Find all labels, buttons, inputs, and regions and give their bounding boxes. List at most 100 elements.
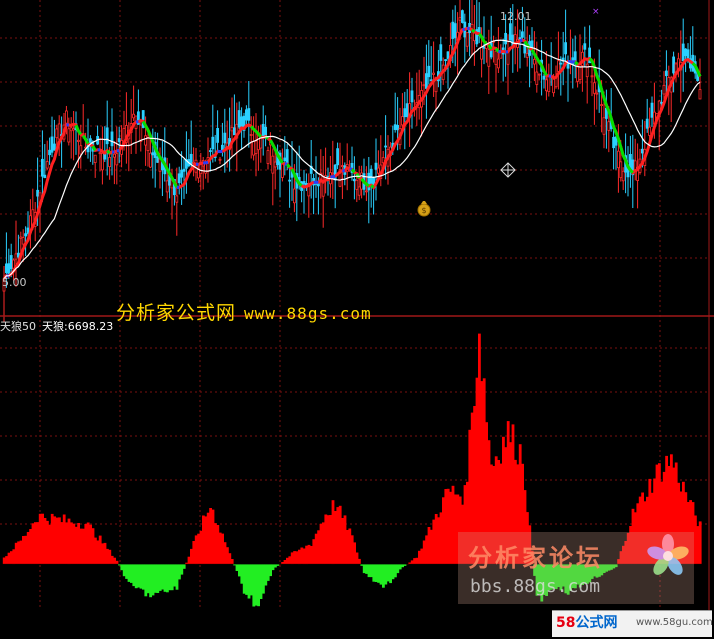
- money-bag-icon[interactable]: $: [417, 201, 431, 217]
- candle-body: [249, 134, 253, 136]
- candle-body: [67, 128, 71, 143]
- indicator-bar: [82, 528, 85, 565]
- indicator-bar: [415, 557, 419, 565]
- indicator-bar: [146, 564, 150, 594]
- indicator-bar: [314, 533, 318, 565]
- candle-body: [79, 145, 83, 155]
- indicator-bar: [394, 564, 397, 578]
- candle-body: [218, 158, 222, 161]
- ma-line-highlight: [144, 125, 150, 131]
- indicator-bar: [386, 564, 390, 582]
- indicator-bar: [403, 564, 407, 566]
- candle-body: [504, 32, 508, 45]
- candle-body: [410, 90, 414, 103]
- candle-body: [72, 128, 75, 131]
- candle-body: [542, 75, 546, 80]
- indicator-bar: [449, 491, 452, 565]
- watermark-top-text: 分析家公式网: [116, 302, 237, 324]
- indicator-label: 天狼50: [0, 320, 36, 333]
- indicator-bar: [103, 542, 107, 565]
- candle-body: [24, 233, 28, 237]
- candle-body: [77, 139, 80, 142]
- indicator-bar: [101, 543, 104, 565]
- ma-line-highlight: [494, 47, 500, 53]
- candle-body: [247, 108, 251, 121]
- ma-line-highlight: [165, 168, 171, 175]
- candle-body: [376, 167, 380, 174]
- indicator-bar: [446, 488, 450, 565]
- ma-line-highlight: [691, 62, 697, 67]
- indicator-bar: [694, 515, 697, 565]
- ma-line-highlight: [156, 152, 162, 159]
- indicator-bar: [55, 517, 59, 565]
- indicator-bar: [262, 564, 265, 594]
- svg-text:$: $: [421, 206, 426, 215]
- ma-line-highlight: [161, 159, 167, 166]
- crosshair-icon[interactable]: [500, 162, 516, 178]
- price-pane[interactable]: [2, 0, 702, 323]
- indicator-bar: [230, 559, 234, 565]
- indicator-bar: [298, 549, 301, 565]
- indicator-bar: [235, 564, 239, 571]
- candle-body: [43, 174, 47, 178]
- candle-body: [165, 180, 169, 193]
- candle-body: [110, 131, 114, 147]
- indicator-bar: [158, 564, 162, 591]
- price-high-label: 12.01: [500, 10, 532, 23]
- indicator-bar: [293, 551, 296, 565]
- indicator-bar: [166, 564, 169, 593]
- watermark-top-url: www.88gs.com: [244, 304, 372, 323]
- candle-body: [105, 127, 109, 145]
- ma-line-highlight: [535, 57, 541, 63]
- indicator-bar: [305, 545, 308, 565]
- indicator-bar: [10, 551, 13, 565]
- candle-body: [621, 170, 625, 182]
- ma-line-highlight: [158, 156, 164, 162]
- indicator-bar: [379, 564, 383, 585]
- candle-body: [600, 104, 603, 107]
- ma-line-highlight: [349, 167, 353, 171]
- indicator-bar: [259, 564, 263, 599]
- indicator-bar: [77, 523, 80, 565]
- indicator-bar: [324, 514, 328, 565]
- indicator-bar: [94, 537, 97, 565]
- indicator-series-value: 6698.23: [67, 320, 114, 333]
- candle-body: [480, 46, 484, 60]
- candle-body: [208, 150, 212, 152]
- indicator-bar: [372, 564, 376, 582]
- candle-body: [612, 136, 615, 149]
- candle-body: [372, 178, 376, 185]
- ma-line-highlight: [363, 180, 368, 186]
- candle-body: [444, 59, 448, 61]
- candle-body: [232, 127, 236, 136]
- indicator-bar: [250, 564, 253, 596]
- ma-line-highlight: [168, 172, 174, 179]
- ma-line-highlight: [278, 157, 284, 164]
- indicator-bar: [355, 552, 359, 565]
- indicator-bar: [151, 564, 155, 596]
- candle-body: [422, 84, 426, 87]
- candle-body: [216, 128, 220, 143]
- ma-line-highlight: [370, 184, 375, 189]
- ma-line-highlight: [629, 169, 634, 174]
- indicator-bar: [252, 564, 256, 607]
- price-low-label: 5.00: [2, 276, 27, 289]
- candle-body: [101, 152, 104, 171]
- candle-body: [252, 140, 256, 156]
- indicator-bar: [170, 564, 174, 591]
- ma-line-highlight: [482, 40, 488, 45]
- candle-body: [427, 65, 431, 78]
- candle-body: [396, 125, 400, 131]
- indicator-bar: [190, 548, 193, 565]
- indicator-bar: [302, 548, 306, 565]
- indicator-bar: [178, 564, 181, 580]
- candle-body: [132, 113, 136, 119]
- candle-body: [585, 63, 589, 78]
- candle-body: [645, 118, 649, 129]
- indicator-bar: [197, 533, 200, 565]
- indicator-bar: [430, 529, 433, 565]
- candle-body: [545, 79, 548, 92]
- indicator-bar: [264, 564, 268, 586]
- indicator-title[interactable]: 天狼50 天狼:6698.23: [0, 318, 113, 334]
- candle-body: [340, 165, 344, 167]
